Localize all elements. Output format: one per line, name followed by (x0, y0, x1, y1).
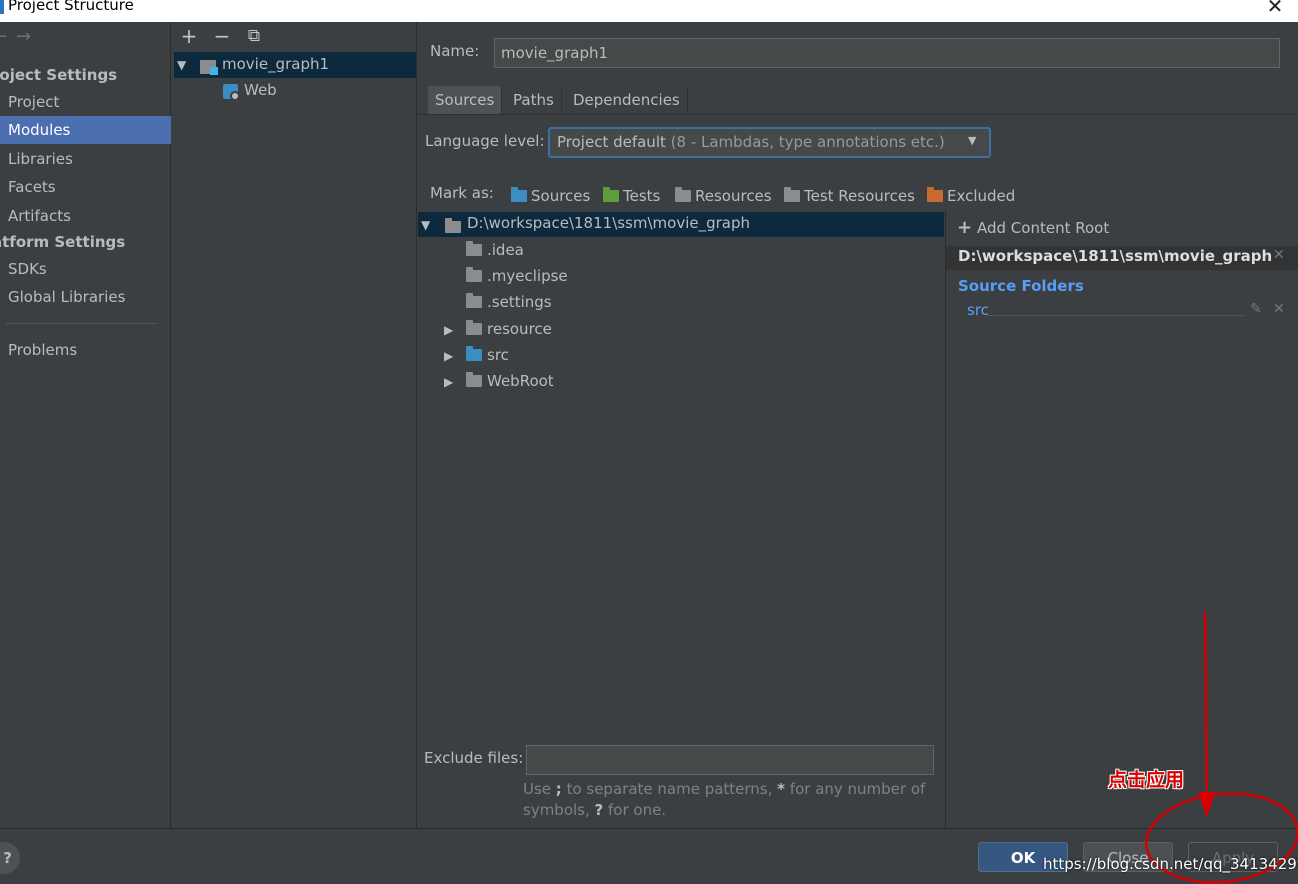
nav-item-facets[interactable]: Facets (0, 173, 171, 201)
copy-icon[interactable]: ⧉ (243, 25, 265, 47)
mark-test-resources-button[interactable]: Test Resources (784, 185, 915, 207)
folder-icon (466, 293, 482, 308)
nav-item-artifacts[interactable]: Artifacts (0, 202, 171, 230)
module-icon-badge (210, 67, 218, 75)
mark-sources-label: Sources (531, 187, 591, 205)
root-folder-icon (445, 218, 461, 237)
language-level-detail: (8 - Lambdas, type annotations etc.) (670, 133, 945, 151)
module-tree-panel (172, 22, 417, 828)
expand-right-icon[interactable]: ▶ (440, 343, 466, 369)
app-icon (0, 0, 4, 14)
tree-root-path: D:\workspace\1811\ssm\movie_graph (467, 214, 751, 232)
content-root-path: D:\workspace\1811\ssm\movie_graph (958, 247, 1273, 265)
watermark: https://blog.csdn.net/qq_34134299 (1043, 855, 1298, 873)
folder-icon (466, 241, 482, 256)
edit-icon[interactable]: ✎ (1250, 301, 1262, 317)
tree-item[interactable]: ▶ WebRoot (440, 368, 554, 394)
language-level-value: Project default (557, 133, 666, 151)
annotation-text: 点击应用 (1108, 769, 1185, 791)
language-level-select[interactable]: Project default (8 - Lambdas, type annot… (548, 127, 991, 158)
tree-item-label: .settings (487, 293, 552, 311)
name-input[interactable]: movie_graph1 (494, 38, 1280, 68)
nav-item-libraries[interactable]: Libraries (0, 145, 171, 173)
expand-down-icon[interactable]: ▼ (177, 58, 186, 72)
tree-item[interactable]: ▶ resource (440, 316, 552, 342)
globe-icon (230, 91, 240, 101)
nav-item-global-libraries[interactable]: Global Libraries (0, 283, 171, 311)
mark-resources-label: Resources (695, 187, 772, 205)
exclude-hint: Use ; to separate name patterns, * for a… (523, 780, 926, 819)
tab-paths[interactable]: Paths (506, 86, 562, 114)
remove-folder-icon[interactable]: ✕ (1273, 301, 1285, 317)
project-settings-header: roject Settings (0, 66, 118, 84)
tree-item[interactable]: .myeclipse (440, 263, 568, 289)
close-icon[interactable]: ✕ (1262, 0, 1288, 18)
name-label: Name: (430, 42, 480, 60)
tree-item-label: .myeclipse (487, 267, 568, 285)
tree-item[interactable]: .settings (440, 289, 552, 315)
mark-tests-button[interactable]: Tests (603, 185, 660, 207)
folder-icon (466, 267, 482, 282)
title-bar (0, 0, 1298, 22)
tree-item-label: resource (487, 320, 552, 338)
tree-item[interactable]: .idea (440, 237, 524, 263)
tree-item-label: .idea (487, 241, 524, 259)
mark-resources-button[interactable]: Resources (675, 185, 772, 207)
window-title: Project Structure (8, 0, 134, 14)
expand-right-icon[interactable]: ▶ (440, 317, 466, 343)
remove-icon[interactable]: − (211, 25, 233, 47)
tree-item-label: WebRoot (487, 372, 554, 390)
chevron-down-icon[interactable]: ▼ (968, 134, 976, 147)
tests-folder-icon (603, 187, 619, 202)
test-resources-folder-icon (784, 187, 800, 202)
nav-item-project[interactable]: Project (0, 88, 171, 116)
tree-item-label: src (487, 346, 509, 364)
platform-settings-header: atform Settings (0, 233, 126, 251)
tab-dependencies[interactable]: Dependencies (566, 86, 688, 114)
tree-item[interactable]: ▶ src (440, 342, 509, 368)
mark-tests-label: Tests (623, 187, 661, 205)
source-folder-item[interactable]: src (967, 301, 989, 319)
nav-item-problems[interactable]: Problems (0, 336, 171, 364)
exclude-files-input[interactable] (526, 745, 934, 775)
mark-sources-button[interactable]: Sources (511, 185, 590, 207)
module-name: movie_graph1 (222, 55, 330, 73)
tab-sources[interactable]: Sources (428, 86, 503, 114)
mark-as-label: Mark as: (430, 184, 494, 202)
mark-excluded-label: Excluded (947, 187, 1016, 205)
mark-test-resources-label: Test Resources (804, 187, 915, 205)
nav-item-sdks[interactable]: SDKs (0, 255, 171, 283)
sources-folder-icon (511, 187, 527, 202)
nav-item-modules[interactable]: Modules (0, 116, 171, 144)
remove-root-icon[interactable]: ✕ (1273, 247, 1285, 263)
back-icon[interactable]: ← (0, 26, 7, 47)
folder-icon (466, 320, 482, 335)
forward-icon[interactable]: → (16, 26, 31, 47)
content-root-panel (945, 210, 1298, 828)
add-icon[interactable]: + (178, 25, 200, 47)
nav-separator (6, 323, 156, 324)
source-folders-label: Source Folders (958, 277, 1084, 295)
excluded-folder-icon (927, 187, 943, 202)
language-level-label: Language level: (425, 132, 545, 150)
facet-web[interactable]: Web (244, 81, 277, 99)
folder-icon (466, 346, 482, 361)
tabs-divider (418, 114, 1298, 115)
mark-excluded-button[interactable]: Excluded (927, 185, 1015, 207)
exclude-files-label: Exclude files: (424, 749, 524, 767)
add-icon[interactable]: + (957, 217, 972, 238)
expand-down-icon[interactable]: ▼ (421, 218, 430, 232)
folder-icon (466, 372, 482, 387)
add-content-root-button[interactable]: Add Content Root (977, 219, 1109, 237)
expand-right-icon[interactable]: ▶ (440, 369, 466, 395)
resources-folder-icon (675, 187, 691, 202)
dotted-leader (988, 315, 1244, 316)
